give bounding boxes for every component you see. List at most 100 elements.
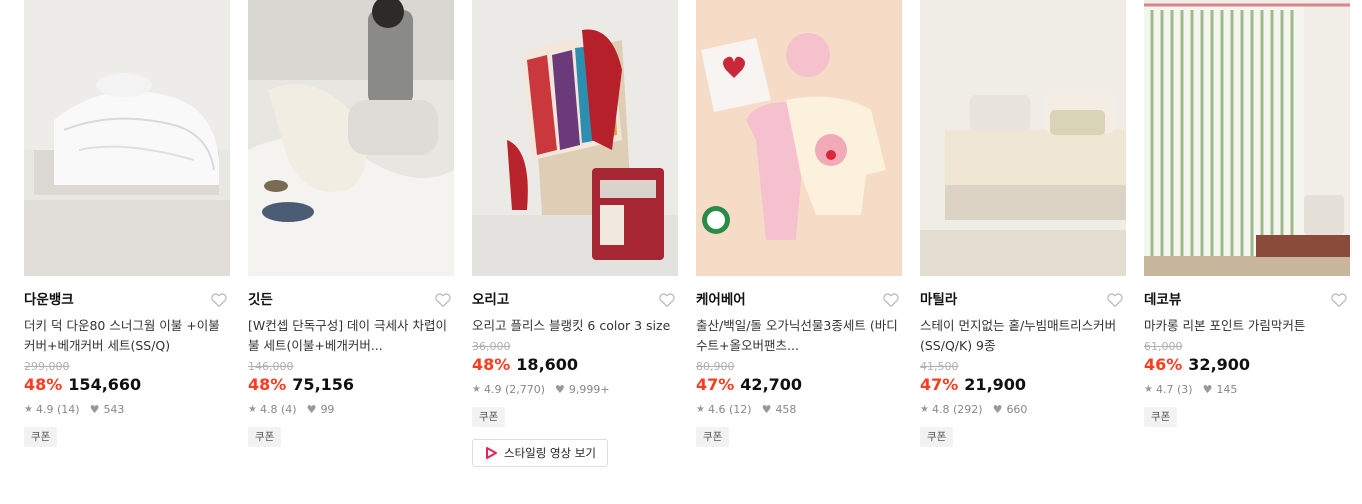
sale-price: 154,660 <box>68 375 142 394</box>
heart-icon: ♥ <box>555 383 565 396</box>
brand-name[interactable]: 오리고 <box>472 292 509 308</box>
price-row: 47% 21,900 <box>920 374 1126 396</box>
review-meta: ★ 4.7 (3) ♥ 145 <box>1144 382 1350 398</box>
product-title[interactable]: 더키 덕 다운80 스너그웜 이불 +이불커버+베개커버 세트(SS/Q) <box>24 316 230 356</box>
coupon-badge: 쿠폰 <box>248 427 282 447</box>
styling-video-button[interactable]: 스타일링 영상 보기 <box>472 439 608 467</box>
rating: 4.8 <box>259 403 278 416</box>
review-meta: ★ 4.9 (2,770) ♥ 9,999+ <box>472 382 678 398</box>
product-grid: 다운뱅크 더키 덕 다운80 스너그웜 이불 +이불커버+베개커버 세트(SS/… <box>0 0 1362 504</box>
sale-price: 75,156 <box>292 375 355 394</box>
rating: 4.8 <box>931 403 950 416</box>
product-image[interactable] <box>248 0 454 276</box>
price-row: 48% 75,156 <box>248 374 454 396</box>
product-title[interactable]: 출산/백일/돌 오가닉선물3종세트 (바디수트+올오버팬츠... <box>696 316 902 356</box>
star-icon: ★ <box>472 384 481 395</box>
price-row: 48% 18,600 <box>472 354 678 376</box>
product-title[interactable]: [W컨셉 단독구성] 데이 극세사 차렵이불 세트(이불+베개커버... <box>248 316 454 356</box>
price-row: 46% 32,900 <box>1144 354 1350 376</box>
like-count: 9,999+ <box>568 383 610 396</box>
brand-name[interactable]: 데코뷰 <box>1144 292 1181 308</box>
review-meta: ★ 4.8 (4) ♥ 99 <box>248 402 454 418</box>
brand-name[interactable]: 케어베어 <box>696 292 746 308</box>
review-meta: ★ 4.6 (12) ♥ 458 <box>696 402 902 418</box>
review-count: (12) <box>728 403 752 416</box>
brand-name[interactable]: 다운뱅크 <box>24 292 74 308</box>
star-icon: ★ <box>248 404 257 415</box>
original-price: 146,000 <box>248 360 294 373</box>
heart-icon: ♥ <box>761 403 772 416</box>
sale-price: 18,600 <box>516 355 579 374</box>
review-count: (14) <box>56 403 80 416</box>
discount-rate: 47% <box>696 375 735 394</box>
coupon-badge: 쿠폰 <box>24 427 58 447</box>
original-price: 299,000 <box>24 360 70 373</box>
review-count: (4) <box>280 403 297 416</box>
original-price: 36,000 <box>472 340 511 353</box>
product-title[interactable]: 마카롱 리본 포인트 가림막커튼 <box>1144 316 1350 336</box>
product-title[interactable]: 스테이 먼지없는 홑/누빔매트리스커버 (SS/Q/K) 9종 <box>920 316 1126 356</box>
sale-price: 42,700 <box>740 375 803 394</box>
coupon-badge: 쿠폰 <box>1144 407 1178 427</box>
product-image[interactable] <box>696 0 902 276</box>
review-count: (292) <box>952 403 983 416</box>
original-price: 80,900 <box>696 360 735 373</box>
original-price: 61,000 <box>1144 340 1183 353</box>
price-row: 47% 42,700 <box>696 374 902 396</box>
coupon-badge: 쿠폰 <box>920 427 954 447</box>
wishlist-heart-icon[interactable] <box>210 291 228 309</box>
product-image[interactable] <box>920 0 1126 276</box>
play-icon <box>486 447 497 459</box>
product-card[interactable]: 마틸라 스테이 먼지없는 홑/누빔매트리스커버 (SS/Q/K) 9종 41,5… <box>920 0 1126 447</box>
rating: 4.9 <box>483 383 502 396</box>
sale-price: 32,900 <box>1188 355 1251 374</box>
review-meta: ★ 4.9 (14) ♥ 543 <box>24 402 230 418</box>
star-icon: ★ <box>920 404 929 415</box>
review-meta: ★ 4.8 (292) ♥ 660 <box>920 402 1126 418</box>
product-card[interactable]: 데코뷰 마카롱 리본 포인트 가림막커튼 61,000 46% 32,900 ★ … <box>1144 0 1350 427</box>
product-card[interactable]: 다운뱅크 더키 덕 다운80 스너그웜 이불 +이불커버+베개커버 세트(SS/… <box>24 0 230 447</box>
like-count: 145 <box>1216 383 1238 396</box>
star-icon: ★ <box>1144 384 1153 395</box>
wishlist-heart-icon[interactable] <box>658 291 676 309</box>
price-row: 48% 154,660 <box>24 374 230 396</box>
discount-rate: 46% <box>1144 355 1183 374</box>
review-count: (3) <box>1176 383 1193 396</box>
like-count: 660 <box>1006 403 1028 416</box>
wishlist-heart-icon[interactable] <box>1330 291 1348 309</box>
product-image[interactable] <box>24 0 230 276</box>
product-title[interactable]: 오리고 플리스 블랭킷 6 color 3 size <box>472 316 678 336</box>
discount-rate: 47% <box>920 375 959 394</box>
heart-icon: ♥ <box>306 403 317 416</box>
original-price: 41,500 <box>920 360 959 373</box>
discount-rate: 48% <box>24 375 63 394</box>
rating: 4.6 <box>707 403 726 416</box>
wishlist-heart-icon[interactable] <box>882 291 900 309</box>
rating: 4.9 <box>35 403 54 416</box>
video-button-label: 스타일링 영상 보기 <box>504 446 596 460</box>
like-count: 543 <box>103 403 125 416</box>
brand-name[interactable]: 마틸라 <box>920 292 957 308</box>
wishlist-heart-icon[interactable] <box>1106 291 1124 309</box>
product-card[interactable]: 깃든 [W컨셉 단독구성] 데이 극세사 차렵이불 세트(이불+베개커버... … <box>248 0 454 447</box>
review-count: (2,770) <box>504 383 546 396</box>
product-card[interactable]: 오리고 오리고 플리스 블랭킷 6 color 3 size 36,000 48… <box>472 0 678 467</box>
discount-rate: 48% <box>472 355 511 374</box>
like-count: 458 <box>775 403 797 416</box>
coupon-badge: 쿠폰 <box>472 407 506 427</box>
rating: 4.7 <box>1155 383 1174 396</box>
heart-icon: ♥ <box>992 403 1003 416</box>
star-icon: ★ <box>696 404 705 415</box>
brand-name[interactable]: 깃든 <box>248 292 273 308</box>
heart-icon: ♥ <box>1202 383 1213 396</box>
star-icon: ★ <box>24 404 33 415</box>
coupon-badge: 쿠폰 <box>696 427 730 447</box>
product-card[interactable]: 케어베어 출산/백일/돌 오가닉선물3종세트 (바디수트+올오버팬츠... 80… <box>696 0 902 447</box>
product-image[interactable] <box>472 0 678 276</box>
sale-price: 21,900 <box>964 375 1027 394</box>
discount-rate: 48% <box>248 375 287 394</box>
like-count: 99 <box>320 403 335 416</box>
heart-icon: ♥ <box>89 403 100 416</box>
product-image[interactable] <box>1144 0 1350 276</box>
wishlist-heart-icon[interactable] <box>434 291 452 309</box>
